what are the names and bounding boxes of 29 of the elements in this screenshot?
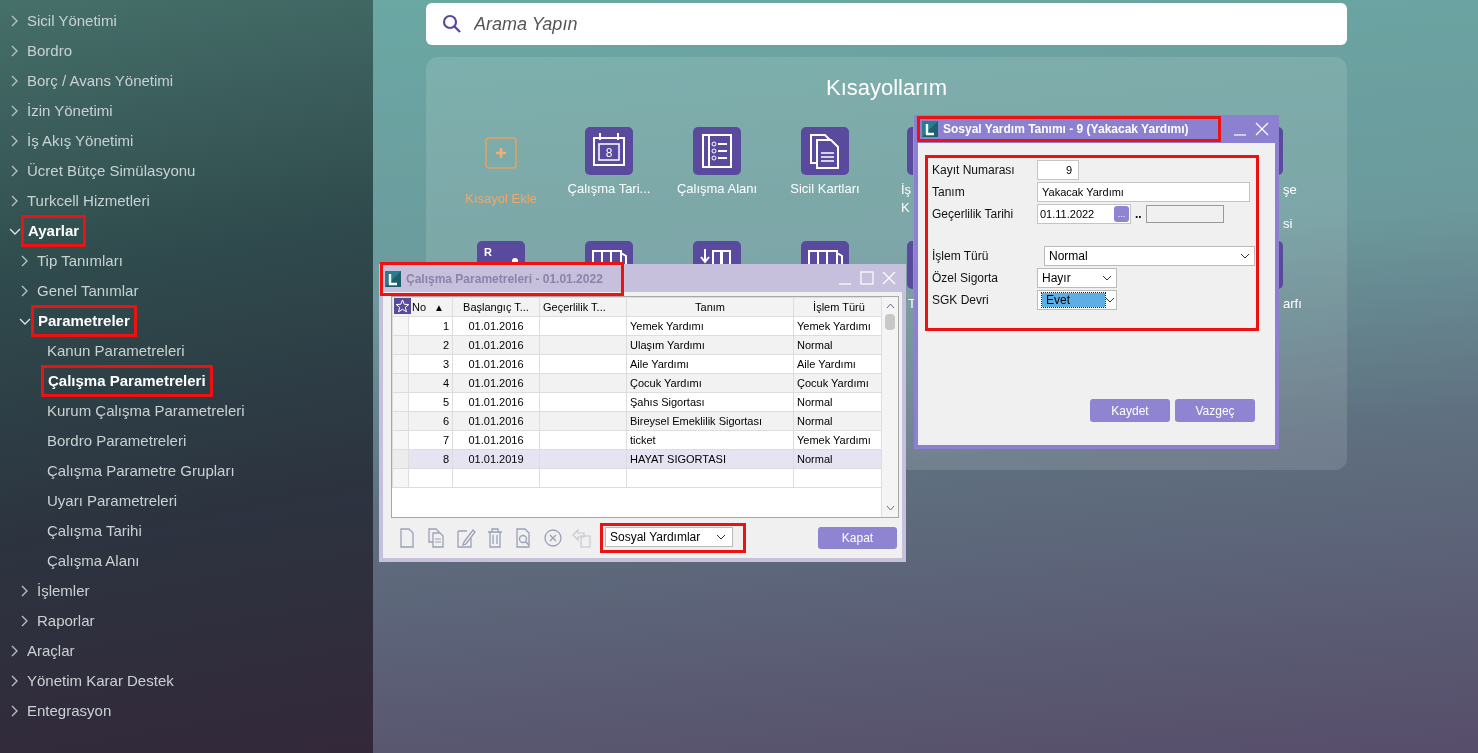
table-cell: 7 (408, 430, 453, 450)
field-label: Tanım (932, 185, 966, 199)
shortcut-label: arfı (1283, 295, 1302, 312)
table-cell: 01.01.2016 (452, 392, 540, 412)
window-title: Sosyal Yardım Tanımı - 9 (Yakacak Yardımı) (943, 122, 1189, 136)
table-cell: 1 (408, 316, 453, 336)
calendar-icon: 8 (585, 127, 633, 175)
field-label: Kayıt Numarası (932, 163, 1016, 177)
field-label: SGK Devri (932, 293, 990, 307)
table-cell: 01.01.2016 (452, 316, 540, 336)
table-cell: ticket (626, 430, 794, 450)
table-cell: 01.01.2016 (452, 430, 540, 450)
shortcut-label: si (1283, 215, 1293, 232)
shortcut-label: İş (901, 181, 912, 199)
shortcut-label: şe (1283, 181, 1297, 198)
window-title: Çalışma Parametreleri - 01.01.2022 (406, 272, 603, 286)
sort-indicator: ▲ (434, 302, 444, 313)
table-cell: Yemek Yardımı (626, 316, 794, 336)
field-label: Geçerlilik Tarihi (932, 207, 1015, 221)
table-cell: Şahıs Sigortası (626, 392, 794, 412)
table-cell: 5 (408, 392, 453, 412)
panel-title: Kısayollarım (824, 75, 948, 102)
shortcut-label: K (901, 199, 910, 217)
table-cell: 01.01.2016 (452, 354, 540, 374)
table-cell: Aile Yardımı (626, 354, 794, 374)
field-label: İşlem Türü (932, 249, 990, 263)
range-separator: .. (1135, 207, 1142, 221)
field-label: Özel Sigorta (932, 271, 1000, 285)
table-cell: 3 (408, 354, 453, 374)
